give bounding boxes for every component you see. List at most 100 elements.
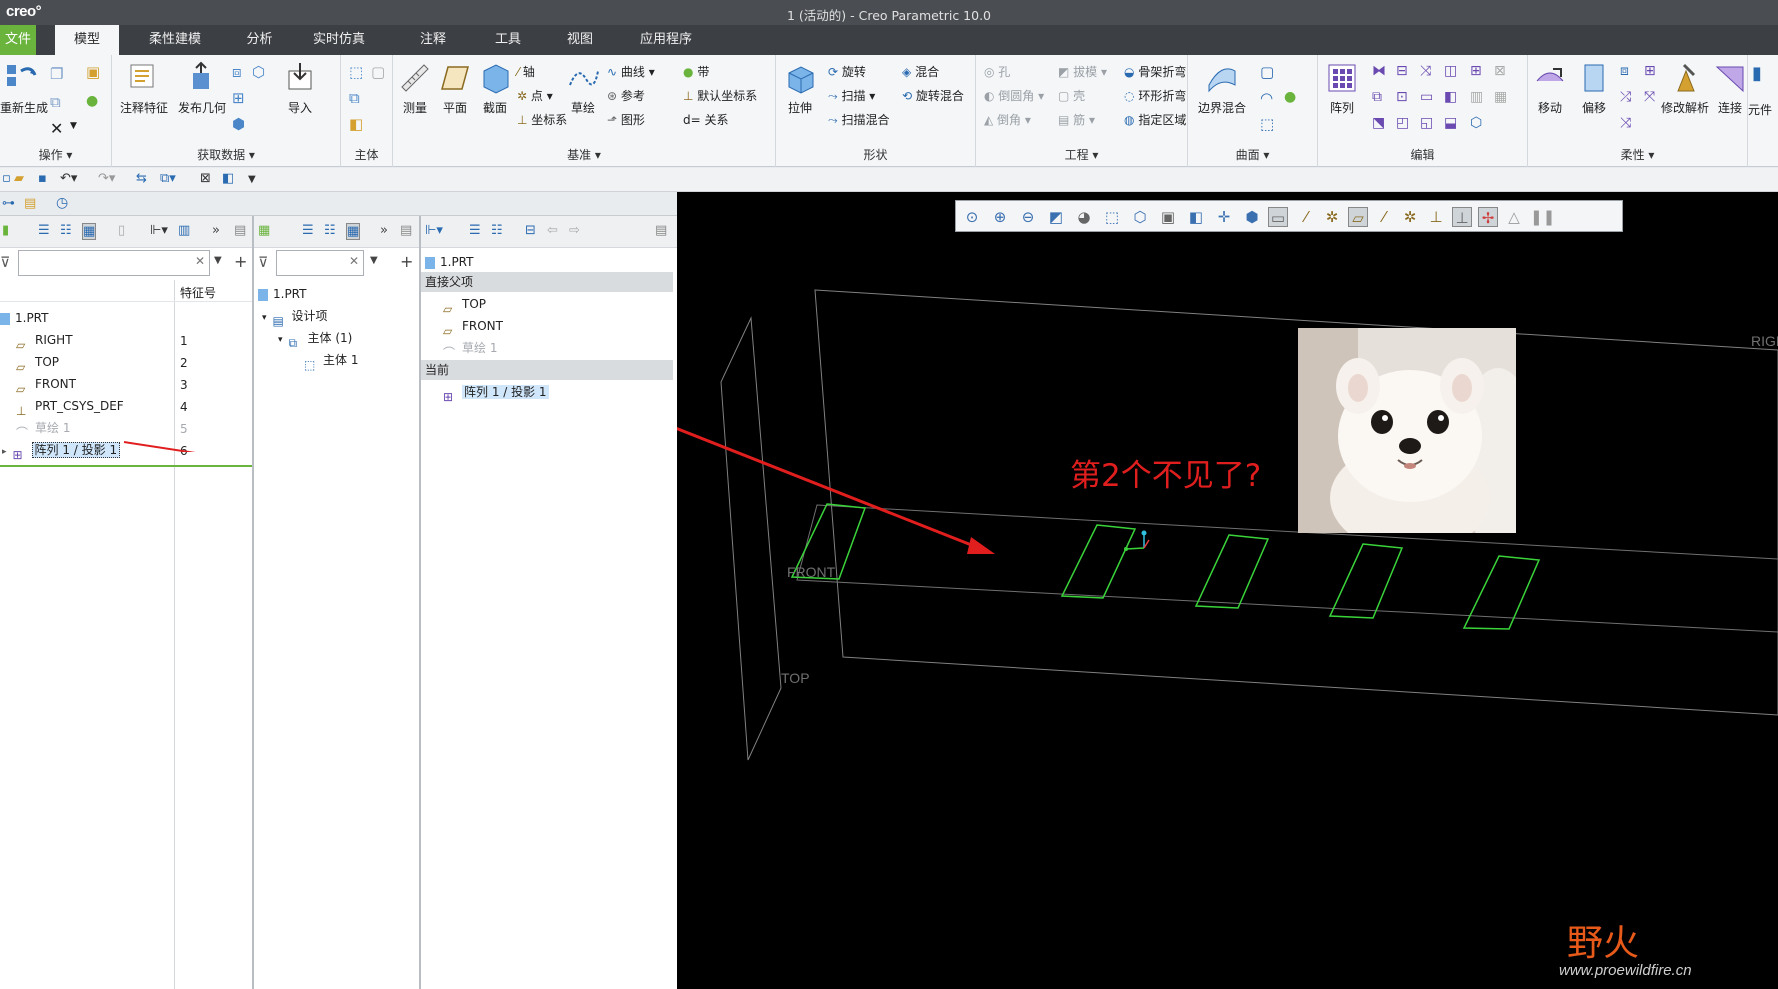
body-split-icon[interactable]: ◧: [349, 115, 363, 133]
offset-button[interactable]: 偏移: [1572, 61, 1616, 116]
body-tree-more-icon[interactable]: »: [380, 223, 388, 238]
insert-indicator[interactable]: [0, 465, 252, 467]
specify-area-button[interactable]: ◍ 指定区域: [1124, 111, 1186, 128]
merge-edit-icon[interactable]: ⧉: [1372, 89, 1382, 105]
forward-arrow-icon[interactable]: ⇨: [569, 223, 580, 238]
parent-item-front[interactable]: ▱ FRONT: [443, 316, 503, 338]
tree-layers-icon[interactable]: ▥: [178, 223, 190, 238]
undo-icon[interactable]: ↶▾: [60, 171, 77, 186]
tree-settings-icon[interactable]: ⊩▾: [150, 223, 168, 238]
curve-button[interactable]: ∿ 曲线 ▾: [607, 63, 655, 80]
pattern-instance-3[interactable]: [1194, 534, 1270, 609]
connect-button[interactable]: 连接: [1710, 61, 1750, 116]
section-button[interactable]: 截面: [475, 61, 515, 116]
remove-icon[interactable]: ⬓: [1444, 115, 1457, 131]
toroidal-bend-button[interactable]: ◌ 环形折弯: [1124, 87, 1186, 104]
body-tree-search-input[interactable]: ✕: [276, 250, 364, 276]
offset-edit-icon[interactable]: ◫: [1444, 63, 1457, 79]
body-tree-columns-icon[interactable]: ▦: [346, 223, 361, 240]
paste-icon[interactable]: ▣: [86, 63, 100, 81]
tree-filter-icon[interactable]: ▯: [118, 223, 125, 238]
body-add-filter-icon[interactable]: +: [400, 252, 413, 271]
layers-icon[interactable]: ◧: [222, 171, 234, 186]
paste-special-icon[interactable]: ⧉: [50, 93, 61, 111]
collapse-arrow-icon[interactable]: ▾: [278, 335, 283, 345]
top-datum-plane[interactable]: [720, 316, 782, 761]
tree-show-icon[interactable]: ▮: [2, 223, 9, 238]
chamfer-button[interactable]: ◭ 倒角 ▾: [984, 111, 1031, 128]
body-tree-design-items[interactable]: ▾ ▤ 设计项: [262, 306, 328, 328]
tree-expand-icon[interactable]: ☰: [38, 223, 50, 238]
tree-collapse-icon[interactable]: ☷: [60, 223, 72, 238]
body-new-icon[interactable]: ⬚: [349, 63, 363, 81]
annotation-feature-button[interactable]: 注释特征: [116, 61, 172, 116]
tab-model[interactable]: 模型: [55, 25, 119, 55]
reference-button[interactable]: ⊛ 参考: [607, 87, 645, 104]
feature-id-column-header[interactable]: 特征号: [180, 284, 216, 301]
sweep-button[interactable]: ⤳ 扫描 ▾: [828, 87, 875, 104]
merge-icon[interactable]: ⊞: [232, 89, 245, 107]
open-file-icon[interactable]: ▰: [14, 171, 24, 186]
split-icon[interactable]: ◱: [1420, 115, 1433, 131]
tree-more-icon[interactable]: »: [212, 223, 220, 238]
new-file-icon[interactable]: ▫: [2, 171, 11, 186]
body-tree-show-icon[interactable]: ▦: [258, 223, 270, 238]
pattern-button[interactable]: 阵列: [1320, 61, 1364, 116]
tree-item-top[interactable]: ▱ TOP: [16, 352, 59, 374]
graph-button[interactable]: ⬏ 图形: [607, 111, 645, 128]
flex-icon-d[interactable]: ⤧: [1644, 89, 1655, 105]
body-filter-dropdown-icon[interactable]: ▼: [370, 255, 378, 266]
intersect-icon[interactable]: ⊡: [1396, 89, 1408, 105]
edit-icon-e[interactable]: ⬡: [1470, 115, 1482, 131]
rotational-blend-button[interactable]: ⟲ 旋转混合: [902, 87, 964, 104]
body-clear-search-icon[interactable]: ✕: [349, 254, 359, 268]
hole-button[interactable]: ◎ 孔: [984, 63, 1010, 80]
collapse-arrow-icon[interactable]: ▾: [262, 313, 267, 323]
graphics-viewport[interactable]: ⊙ ⊕ ⊖ ◩ ◕ ⬚ ⬡ ▣ ◧ ✛ ⬢ ▭ ⁄ ✲ ▱ ⁄ ✲ ⊥ ⊥ ✢ …: [677, 192, 1778, 989]
regenerate-small-icon[interactable]: ⇆: [136, 171, 147, 186]
body-options-icon[interactable]: ▢: [371, 63, 385, 81]
fill-icon[interactable]: ▢: [1260, 63, 1274, 81]
axis-button[interactable]: ⁄ 轴: [517, 63, 535, 80]
rib-button[interactable]: ▤ 筋 ▾: [1058, 111, 1095, 128]
measure-button[interactable]: 测量: [395, 61, 435, 116]
tab-analysis[interactable]: 分析: [232, 25, 287, 55]
save-icon[interactable]: ▪: [38, 171, 47, 186]
model-tree-tab-icon[interactable]: ⊶: [2, 196, 15, 211]
tree-item-sketch[interactable]: ⌒ 草绘 1: [16, 418, 70, 440]
body-boolean-icon[interactable]: ⧉: [349, 89, 360, 107]
shell-button[interactable]: ▢ 壳: [1058, 87, 1085, 104]
tree-item-right[interactable]: ▱ RIGHT: [16, 330, 73, 352]
clear-search-icon[interactable]: ✕: [195, 254, 205, 268]
flex-icon-e[interactable]: ⤨: [1620, 115, 1631, 131]
tree-item-front[interactable]: ▱ FRONT: [16, 374, 76, 396]
edit-icon-d[interactable]: ▦: [1494, 89, 1507, 105]
point-button[interactable]: ✲ 点 ▾: [517, 87, 553, 104]
current-item-pattern[interactable]: ⊞ 阵列 1 / 投影 1: [443, 382, 549, 404]
ribbon-band-button[interactable]: ● 带: [683, 63, 709, 80]
filter-dropdown-icon[interactable]: ▼: [214, 255, 222, 266]
windows-icon[interactable]: ⧉▾: [160, 171, 176, 186]
plane-button[interactable]: 平面: [435, 61, 475, 116]
blend-button[interactable]: ◈ 混合: [902, 63, 939, 80]
back-arrow-icon[interactable]: ⇦: [547, 223, 558, 238]
parent-item-top[interactable]: ▱ TOP: [443, 294, 486, 316]
extend-icon[interactable]: ⊟: [1396, 63, 1408, 79]
revolve-button[interactable]: ⟳ 旋转: [828, 63, 866, 80]
front-datum-plane[interactable]: [796, 504, 1778, 633]
import-button[interactable]: 导入: [272, 61, 328, 116]
tab-flexible-modeling[interactable]: 柔性建模: [140, 25, 210, 55]
parent-item-sketch[interactable]: ⌒ 草绘 1: [443, 338, 497, 360]
flex-icon-a[interactable]: ⧈: [1620, 63, 1629, 79]
relations-button[interactable]: d= 关系: [683, 111, 729, 128]
close-window-icon[interactable]: ⊠: [200, 171, 211, 186]
ref-mode-icon[interactable]: ⊩▾: [425, 223, 443, 238]
tree-columns-icon[interactable]: ▦: [82, 223, 97, 240]
ref-collapse-icon[interactable]: ☷: [491, 223, 503, 238]
ref-detail-icon[interactable]: ▤: [655, 223, 667, 238]
edit-icon-b[interactable]: ⊠: [1494, 63, 1506, 79]
tab-annotate[interactable]: 注释: [403, 25, 463, 55]
edit-icon-a[interactable]: ⊞: [1470, 63, 1482, 79]
delete-icon[interactable]: ✕: [50, 119, 63, 138]
body-tree-detail-icon[interactable]: ▤: [400, 223, 412, 238]
